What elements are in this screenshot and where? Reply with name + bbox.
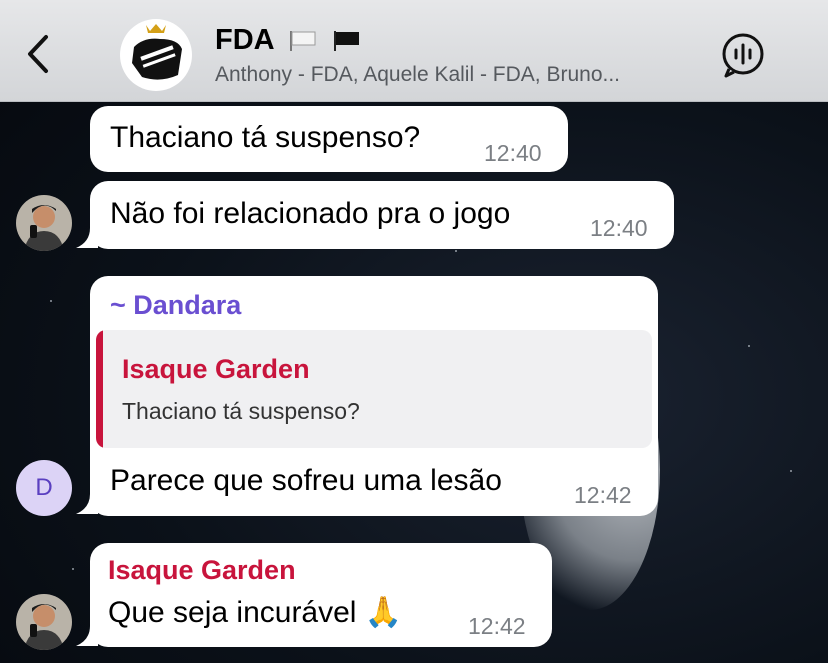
white-flag-icon bbox=[289, 31, 316, 52]
message-bubble[interactable]: Não foi relacionado pra o jogo 12:40 bbox=[90, 181, 674, 249]
sender-name[interactable]: ~ Dandara bbox=[110, 290, 241, 321]
message-time: 12:42 bbox=[468, 613, 526, 639]
avatar-isaque[interactable] bbox=[16, 594, 72, 650]
avatar-dandara[interactable]: D bbox=[16, 460, 72, 516]
message-text: Thaciano tá suspenso? bbox=[110, 121, 421, 154]
chat-header: FDA Anthony - FDA, Aquele Kalil - FDA, B… bbox=[0, 0, 828, 102]
message-bubble[interactable]: Thaciano tá suspenso? 12:40 bbox=[90, 106, 568, 172]
avatar-isaque[interactable] bbox=[16, 195, 72, 251]
message-time: 12:40 bbox=[484, 140, 542, 166]
reply-sender-name: Isaque Garden bbox=[122, 354, 310, 384]
message-text: Que seja incurável 🙏 bbox=[108, 596, 403, 629]
group-avatar[interactable] bbox=[120, 19, 192, 91]
message-text: Parece que sofreu uma lesão bbox=[110, 464, 502, 497]
voice-chat-icon[interactable] bbox=[720, 32, 766, 78]
message-text: Não foi relacionado pra o jogo bbox=[110, 197, 511, 230]
message-time: 12:40 bbox=[590, 215, 648, 241]
message-time: 12:42 bbox=[574, 482, 632, 508]
back-icon[interactable] bbox=[22, 34, 56, 74]
message-bubble[interactable]: ~ Dandara Isaque Garden Thaciano tá susp… bbox=[90, 276, 658, 516]
chat-title-text: FDA bbox=[215, 24, 274, 56]
reply-quote-bar bbox=[96, 330, 103, 448]
sender-name[interactable]: Isaque Garden bbox=[108, 555, 296, 586]
group-logo-icon bbox=[132, 24, 182, 80]
reply-quote[interactable]: Isaque Garden Thaciano tá suspenso? bbox=[96, 330, 652, 448]
reply-text: Thaciano tá suspenso? bbox=[122, 398, 360, 424]
chat-members-subtitle[interactable]: Anthony - FDA, Aquele Kalil - FDA, Bruno… bbox=[215, 63, 705, 87]
chat-title[interactable]: FDA bbox=[215, 24, 362, 57]
message-bubble[interactable]: Isaque Garden Que seja incurável 🙏 12:42 bbox=[90, 543, 552, 647]
black-flag-icon bbox=[333, 31, 359, 52]
